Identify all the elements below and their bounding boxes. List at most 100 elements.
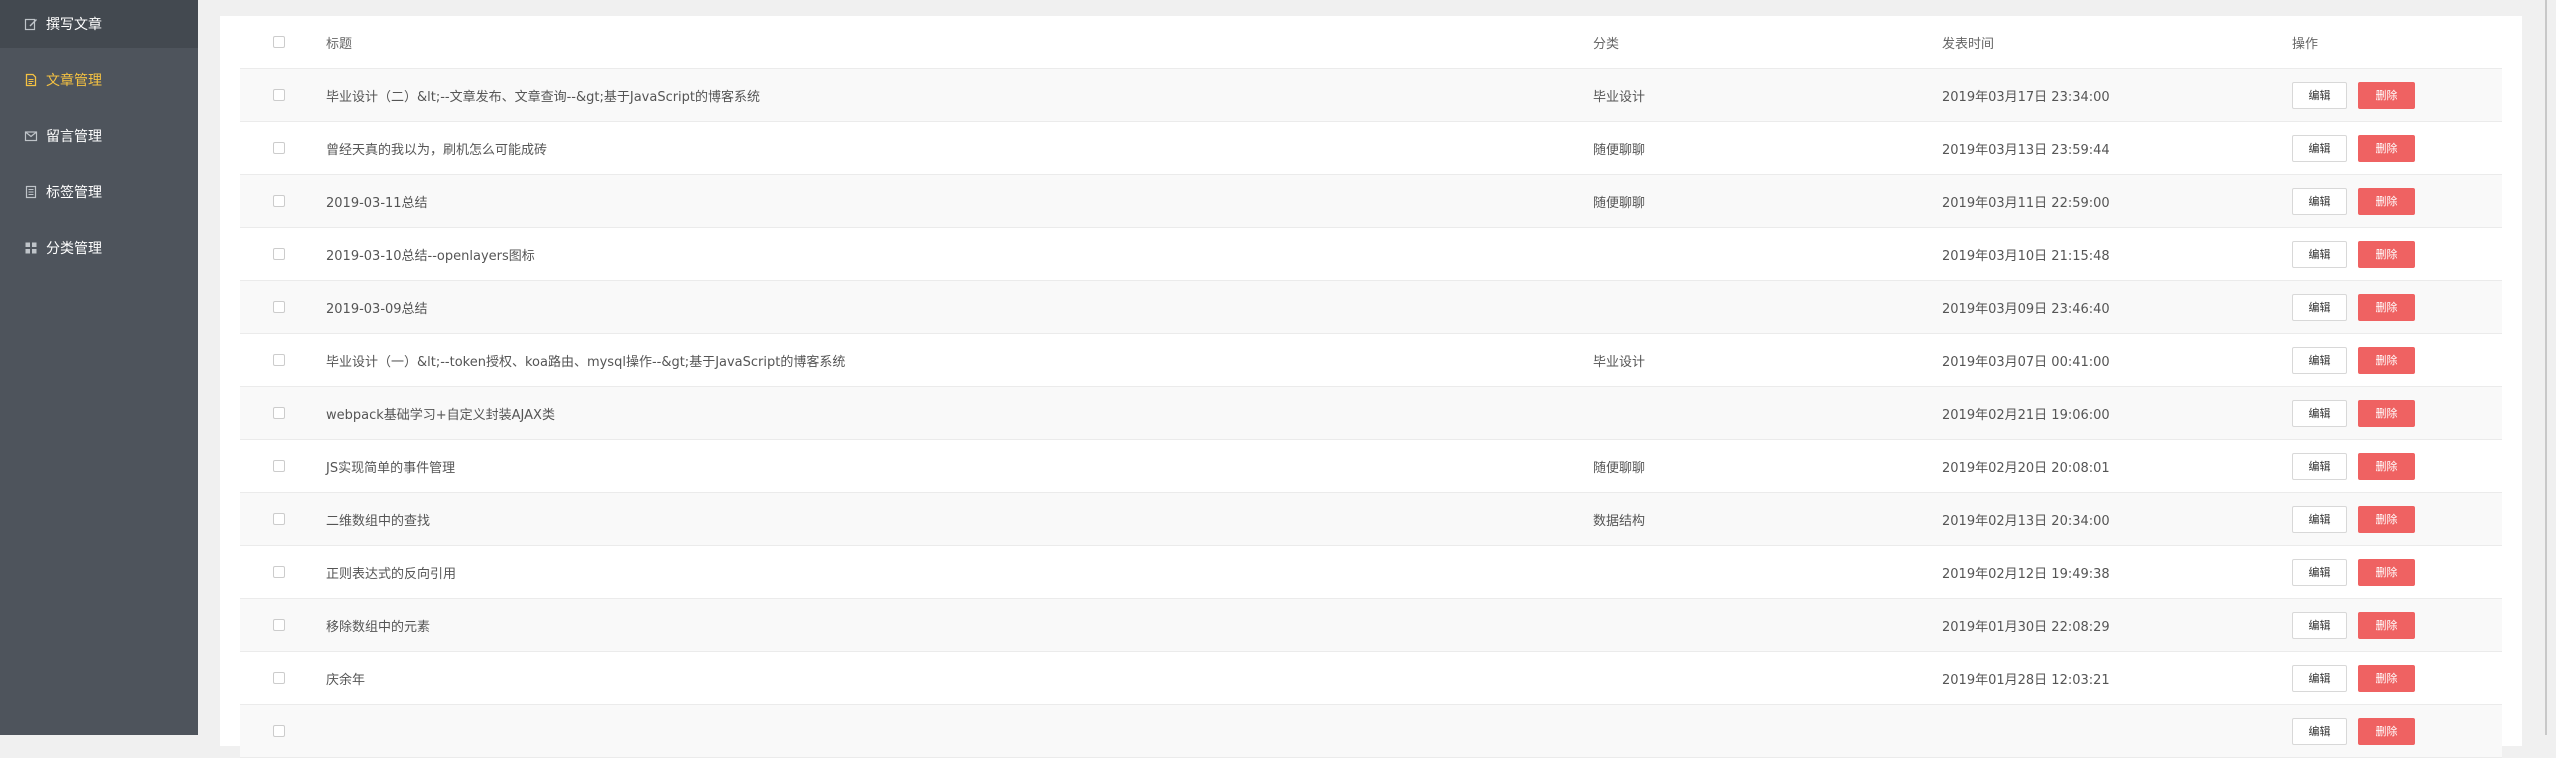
row-actions: 编辑 删除 [2292, 599, 2415, 651]
header-operations: 操作 [2292, 36, 2319, 52]
table-row: 移除数组中的元素 2019年01月30日 22:08:29 编辑 删除 [240, 599, 2502, 652]
edit-button[interactable]: 编辑 [2292, 452, 2347, 480]
row-check-cell [273, 546, 285, 598]
article-title: 2019-03-09总结 [326, 301, 428, 317]
delete-button[interactable]: 删除 [2358, 81, 2415, 109]
article-title: 2019-03-10总结--openlayers图标 [326, 248, 535, 264]
article-category: 随便聊聊 [1593, 460, 1646, 476]
row-actions: 编辑 删除 [2292, 387, 2415, 439]
edit-button[interactable]: 编辑 [2292, 399, 2347, 427]
article-title: 毕业设计（一）&lt;--token授权、koa路由、mysql操作--&gt;… [326, 354, 846, 370]
edit-button[interactable]: 编辑 [2292, 240, 2347, 268]
row-check-cell [273, 281, 285, 333]
sidebar-item-label: 文章管理 [46, 73, 102, 89]
table-row: 2019-03-11总结 随便聊聊 2019年03月11日 22:59:00 编辑 删除 [240, 175, 2502, 228]
sidebar-item-write-article[interactable]: 撰写文章 [0, 0, 198, 48]
row-checkbox[interactable] [273, 195, 285, 207]
delete-button[interactable]: 删除 [2358, 558, 2415, 586]
row-checkbox[interactable] [273, 460, 285, 472]
select-all-checkbox[interactable] [273, 36, 285, 48]
select-all-cell [273, 16, 285, 68]
delete-button[interactable]: 删除 [2358, 611, 2415, 639]
article-table-card: 标题 分类 发表时间 操作 毕业设计（二）&lt;--文章发布、文章查询--&g… [220, 16, 2522, 758]
sidebar-item-article-management[interactable]: 文章管理 [0, 56, 198, 104]
delete-button[interactable]: 删除 [2358, 717, 2415, 745]
table-header: 标题 分类 发表时间 操作 [240, 16, 2502, 69]
article-title: 毕业设计（二）&lt;--文章发布、文章查询--&gt;基于JavaScript… [326, 89, 761, 105]
row-actions: 编辑 删除 [2292, 228, 2415, 280]
row-checkbox[interactable] [273, 725, 285, 737]
row-check-cell [273, 652, 285, 704]
row-checkbox[interactable] [273, 407, 285, 419]
edit-button[interactable]: 编辑 [2292, 293, 2347, 321]
article-title: webpack基础学习+自定义封装AJAX类 [326, 407, 555, 423]
delete-button[interactable]: 删除 [2358, 187, 2415, 215]
row-actions: 编辑 删除 [2292, 652, 2415, 704]
envelope-icon [24, 129, 38, 143]
table-row: 庆余年 2019年01月28日 12:03:21 编辑 删除 [240, 652, 2502, 705]
article-publish-time: 2019年02月13日 20:34:00 [1942, 513, 2110, 529]
row-checkbox[interactable] [273, 301, 285, 313]
table-row: JS实现简单的事件管理 随便聊聊 2019年02月20日 20:08:01 编辑 删除 [240, 440, 2502, 493]
edit-button[interactable]: 编辑 [2292, 81, 2347, 109]
article-publish-time: 2019年03月13日 23:59:44 [1942, 142, 2110, 158]
edit-button[interactable]: 编辑 [2292, 664, 2347, 692]
sidebar-item-category-management[interactable]: 分类管理 [0, 224, 198, 272]
row-check-cell [273, 493, 285, 545]
table-row: 正则表达式的反向引用 2019年02月12日 19:49:38 编辑 删除 [240, 546, 2502, 599]
row-actions: 编辑 删除 [2292, 122, 2415, 174]
article-publish-time: 2019年03月07日 00:41:00 [1942, 354, 2110, 370]
article-publish-time: 2019年03月09日 23:46:40 [1942, 301, 2110, 317]
sidebar-item-label: 分类管理 [46, 241, 102, 257]
article-category: 毕业设计 [1593, 354, 1646, 370]
edit-button[interactable]: 编辑 [2292, 134, 2347, 162]
article-publish-time: 2019年01月28日 12:03:21 [1942, 672, 2110, 688]
article-title: 曾经天真的我以为，刷机怎么可能成砖 [326, 142, 548, 158]
row-actions: 编辑 删除 [2292, 175, 2415, 227]
page-scrollbar[interactable] [2536, 0, 2556, 735]
delete-button[interactable]: 删除 [2358, 134, 2415, 162]
row-check-cell [273, 175, 285, 227]
sidebar-item-label: 撰写文章 [46, 17, 102, 33]
grid-icon [24, 241, 38, 255]
row-checkbox[interactable] [273, 619, 285, 631]
row-actions: 编辑 删除 [2292, 440, 2415, 492]
row-checkbox[interactable] [273, 248, 285, 260]
row-checkbox[interactable] [273, 142, 285, 154]
edit-button[interactable]: 编辑 [2292, 611, 2347, 639]
row-checkbox[interactable] [273, 672, 285, 684]
article-category: 数据结构 [1593, 513, 1646, 529]
document-icon [24, 73, 38, 87]
delete-button[interactable]: 删除 [2358, 293, 2415, 321]
delete-button[interactable]: 删除 [2358, 399, 2415, 427]
edit-button[interactable]: 编辑 [2292, 505, 2347, 533]
edit-button[interactable]: 编辑 [2292, 346, 2347, 374]
row-checkbox[interactable] [273, 89, 285, 101]
delete-button[interactable]: 删除 [2358, 240, 2415, 268]
table-row: 编辑 删除 [240, 705, 2502, 758]
edit-button[interactable]: 编辑 [2292, 187, 2347, 215]
row-checkbox[interactable] [273, 566, 285, 578]
row-actions: 编辑 删除 [2292, 334, 2415, 386]
row-check-cell [273, 705, 285, 757]
row-check-cell [273, 69, 285, 121]
row-checkbox[interactable] [273, 513, 285, 525]
edit-button[interactable]: 编辑 [2292, 558, 2347, 586]
sidebar-item-message-management[interactable]: 留言管理 [0, 112, 198, 160]
delete-button[interactable]: 删除 [2358, 505, 2415, 533]
sidebar-item-label: 标签管理 [46, 185, 102, 201]
header-title: 标题 [326, 36, 353, 52]
scrollbar-track [2545, 0, 2547, 735]
article-publish-time: 2019年03月10日 21:15:48 [1942, 248, 2110, 264]
header-publish-time: 发表时间 [1942, 36, 1995, 52]
delete-button[interactable]: 删除 [2358, 452, 2415, 480]
row-check-cell [273, 387, 285, 439]
table-row: 曾经天真的我以为，刷机怎么可能成砖 随便聊聊 2019年03月13日 23:59:4… [240, 122, 2502, 175]
edit-button[interactable]: 编辑 [2292, 717, 2347, 745]
row-checkbox[interactable] [273, 354, 285, 366]
header-category: 分类 [1593, 36, 1620, 52]
delete-button[interactable]: 删除 [2358, 664, 2415, 692]
delete-button[interactable]: 删除 [2358, 346, 2415, 374]
article-publish-time: 2019年03月11日 22:59:00 [1942, 195, 2110, 211]
sidebar-item-tag-management[interactable]: 标签管理 [0, 168, 198, 216]
